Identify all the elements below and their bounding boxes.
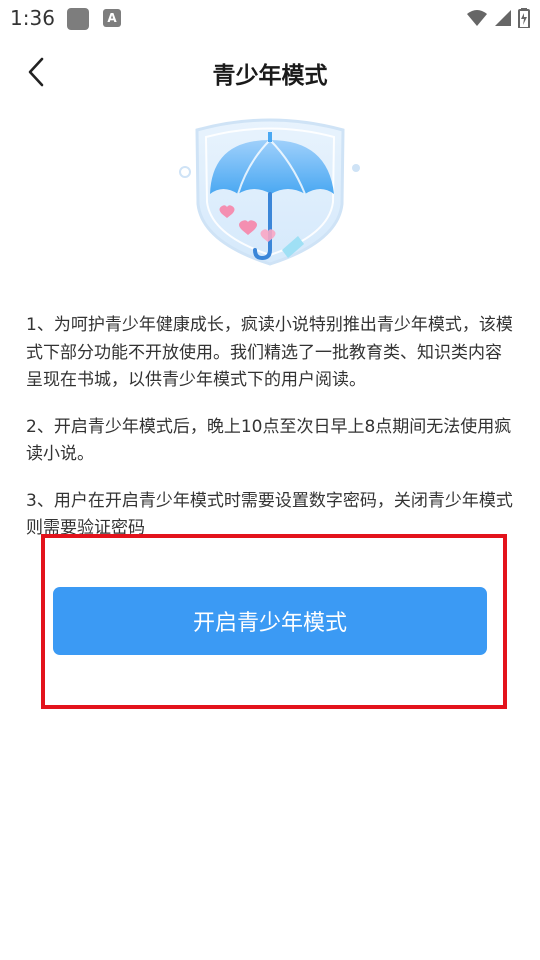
status-time: 1:36	[10, 6, 55, 30]
paragraph-2: 2、开启青少年模式后，晚上10点至次日早上8点期间无法使用疯读小说。	[26, 416, 512, 465]
description: 1、为呵护青少年健康成长，疯读小说特别推出青少年模式，该模式下部分功能不开放使用…	[26, 312, 516, 562]
status-bar: 1:36 A	[0, 0, 540, 36]
paragraph-1: 1、为呵护青少年健康成长，疯读小说特别推出青少年模式，该模式下部分功能不开放使用…	[26, 315, 513, 390]
signal-icon	[495, 10, 511, 26]
enable-teen-mode-button[interactable]: 开启青少年模式	[53, 587, 487, 655]
status-indicators	[466, 6, 530, 30]
umbrella-shield-illustration	[179, 118, 360, 266]
battery-icon	[518, 8, 530, 28]
page-title: 青少年模式	[212, 63, 328, 89]
app-icon	[67, 8, 89, 30]
a-badge-icon: A	[103, 9, 121, 27]
nav-bar: 青少年模式	[0, 36, 540, 108]
wifi-icon	[467, 10, 487, 26]
